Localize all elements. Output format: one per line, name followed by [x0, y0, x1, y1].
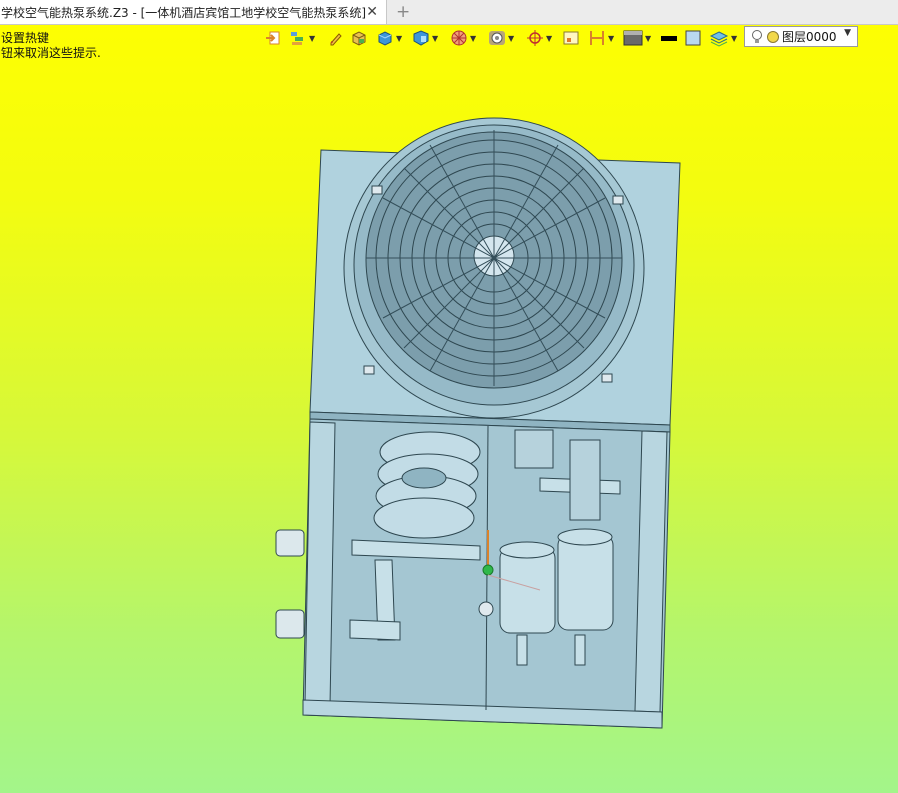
heat-pump-model [275, 117, 681, 729]
water-connectors [275, 529, 305, 639]
model-viewport[interactable] [0, 0, 898, 793]
fan-guard [343, 117, 645, 419]
heat-exchanger-coil [373, 431, 481, 539]
